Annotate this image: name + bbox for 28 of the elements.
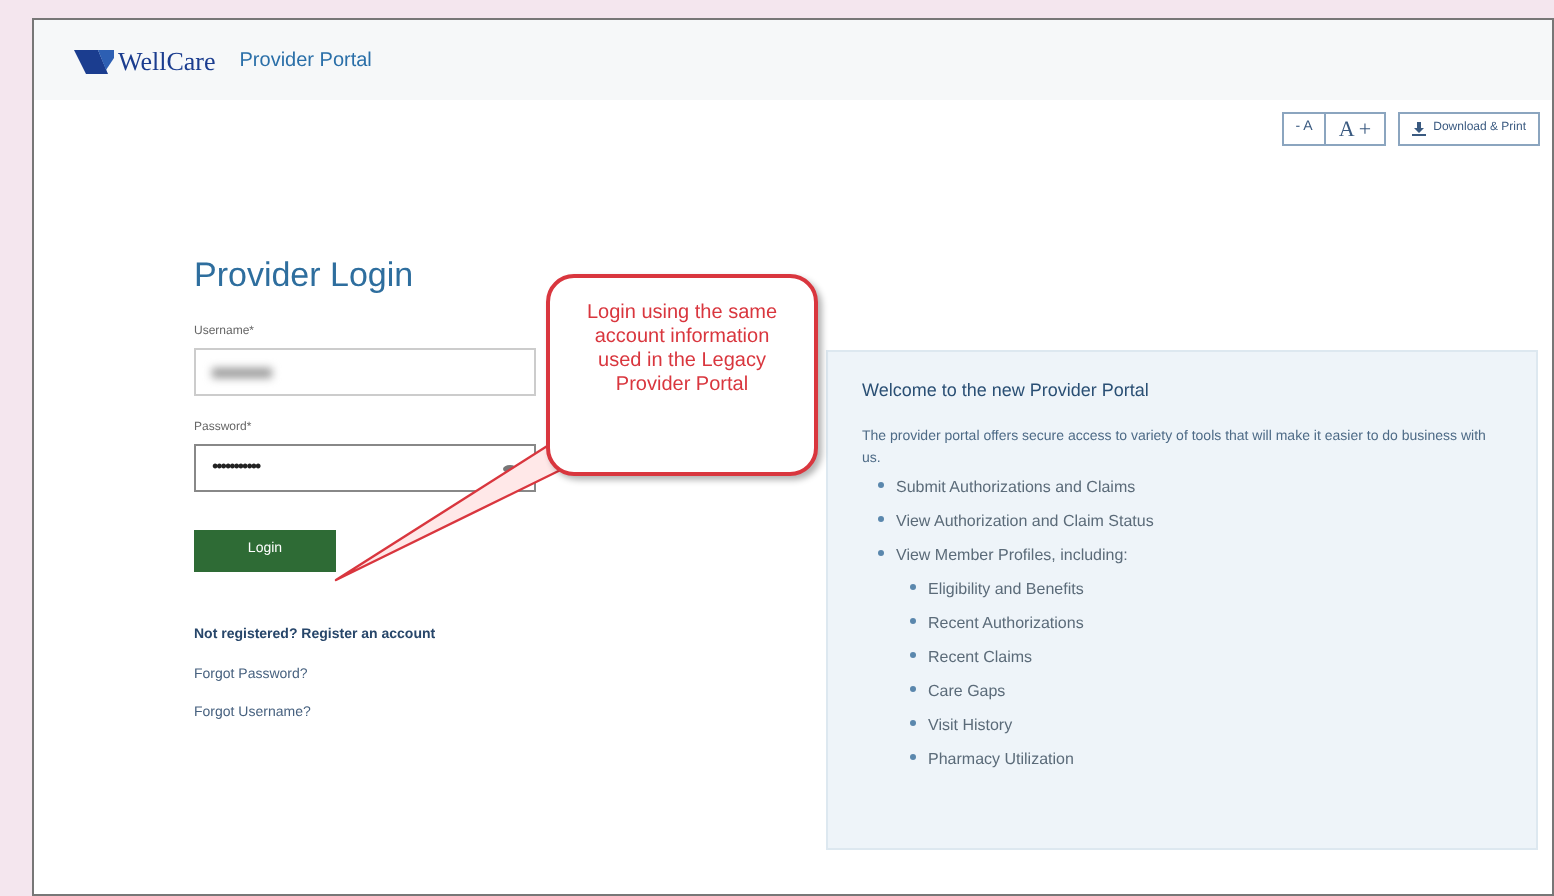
list-item: View Member Profiles, including: <box>896 543 1128 568</box>
login-title: Provider Login <box>194 258 416 292</box>
logo-text: WellCare <box>118 47 216 73</box>
bullet-icon <box>910 617 916 623</box>
list-item: Submit Authorizations and Claims <box>896 475 1136 499</box>
callout-bubble: Login using the same account information used in the Legacy Provider Portal <box>546 274 818 476</box>
welcome-title: Welcome to the new Provider Portal <box>862 378 1151 404</box>
bullet-icon <box>910 583 916 589</box>
list-item: Recent Authorizations <box>928 611 1084 635</box>
bullet-icon <box>910 685 916 691</box>
username-field[interactable] <box>194 348 536 396</box>
list-item: Pharmacy Utilization <box>928 747 1074 772</box>
list-item: Recent Claims <box>928 645 1033 669</box>
bullet-icon <box>878 481 884 487</box>
blurred-value <box>212 367 272 377</box>
list-item: View Authorization and Claim Status <box>896 509 1154 533</box>
download-icon <box>1411 122 1426 136</box>
bullet-icon <box>910 753 916 759</box>
bullet-icon <box>910 651 916 657</box>
list-item: Care Gaps <box>928 679 1006 704</box>
bullet-icon <box>910 719 916 725</box>
bullet-icon <box>878 515 884 521</box>
list-item: Visit History <box>928 713 1013 738</box>
list-item: Eligibility and Benefits <box>928 577 1084 602</box>
logo-icon <box>74 49 114 73</box>
bullet-icon <box>878 549 884 555</box>
font-larger-button[interactable]: A + <box>1326 114 1384 144</box>
portal-title: Provider Portal <box>239 47 372 75</box>
